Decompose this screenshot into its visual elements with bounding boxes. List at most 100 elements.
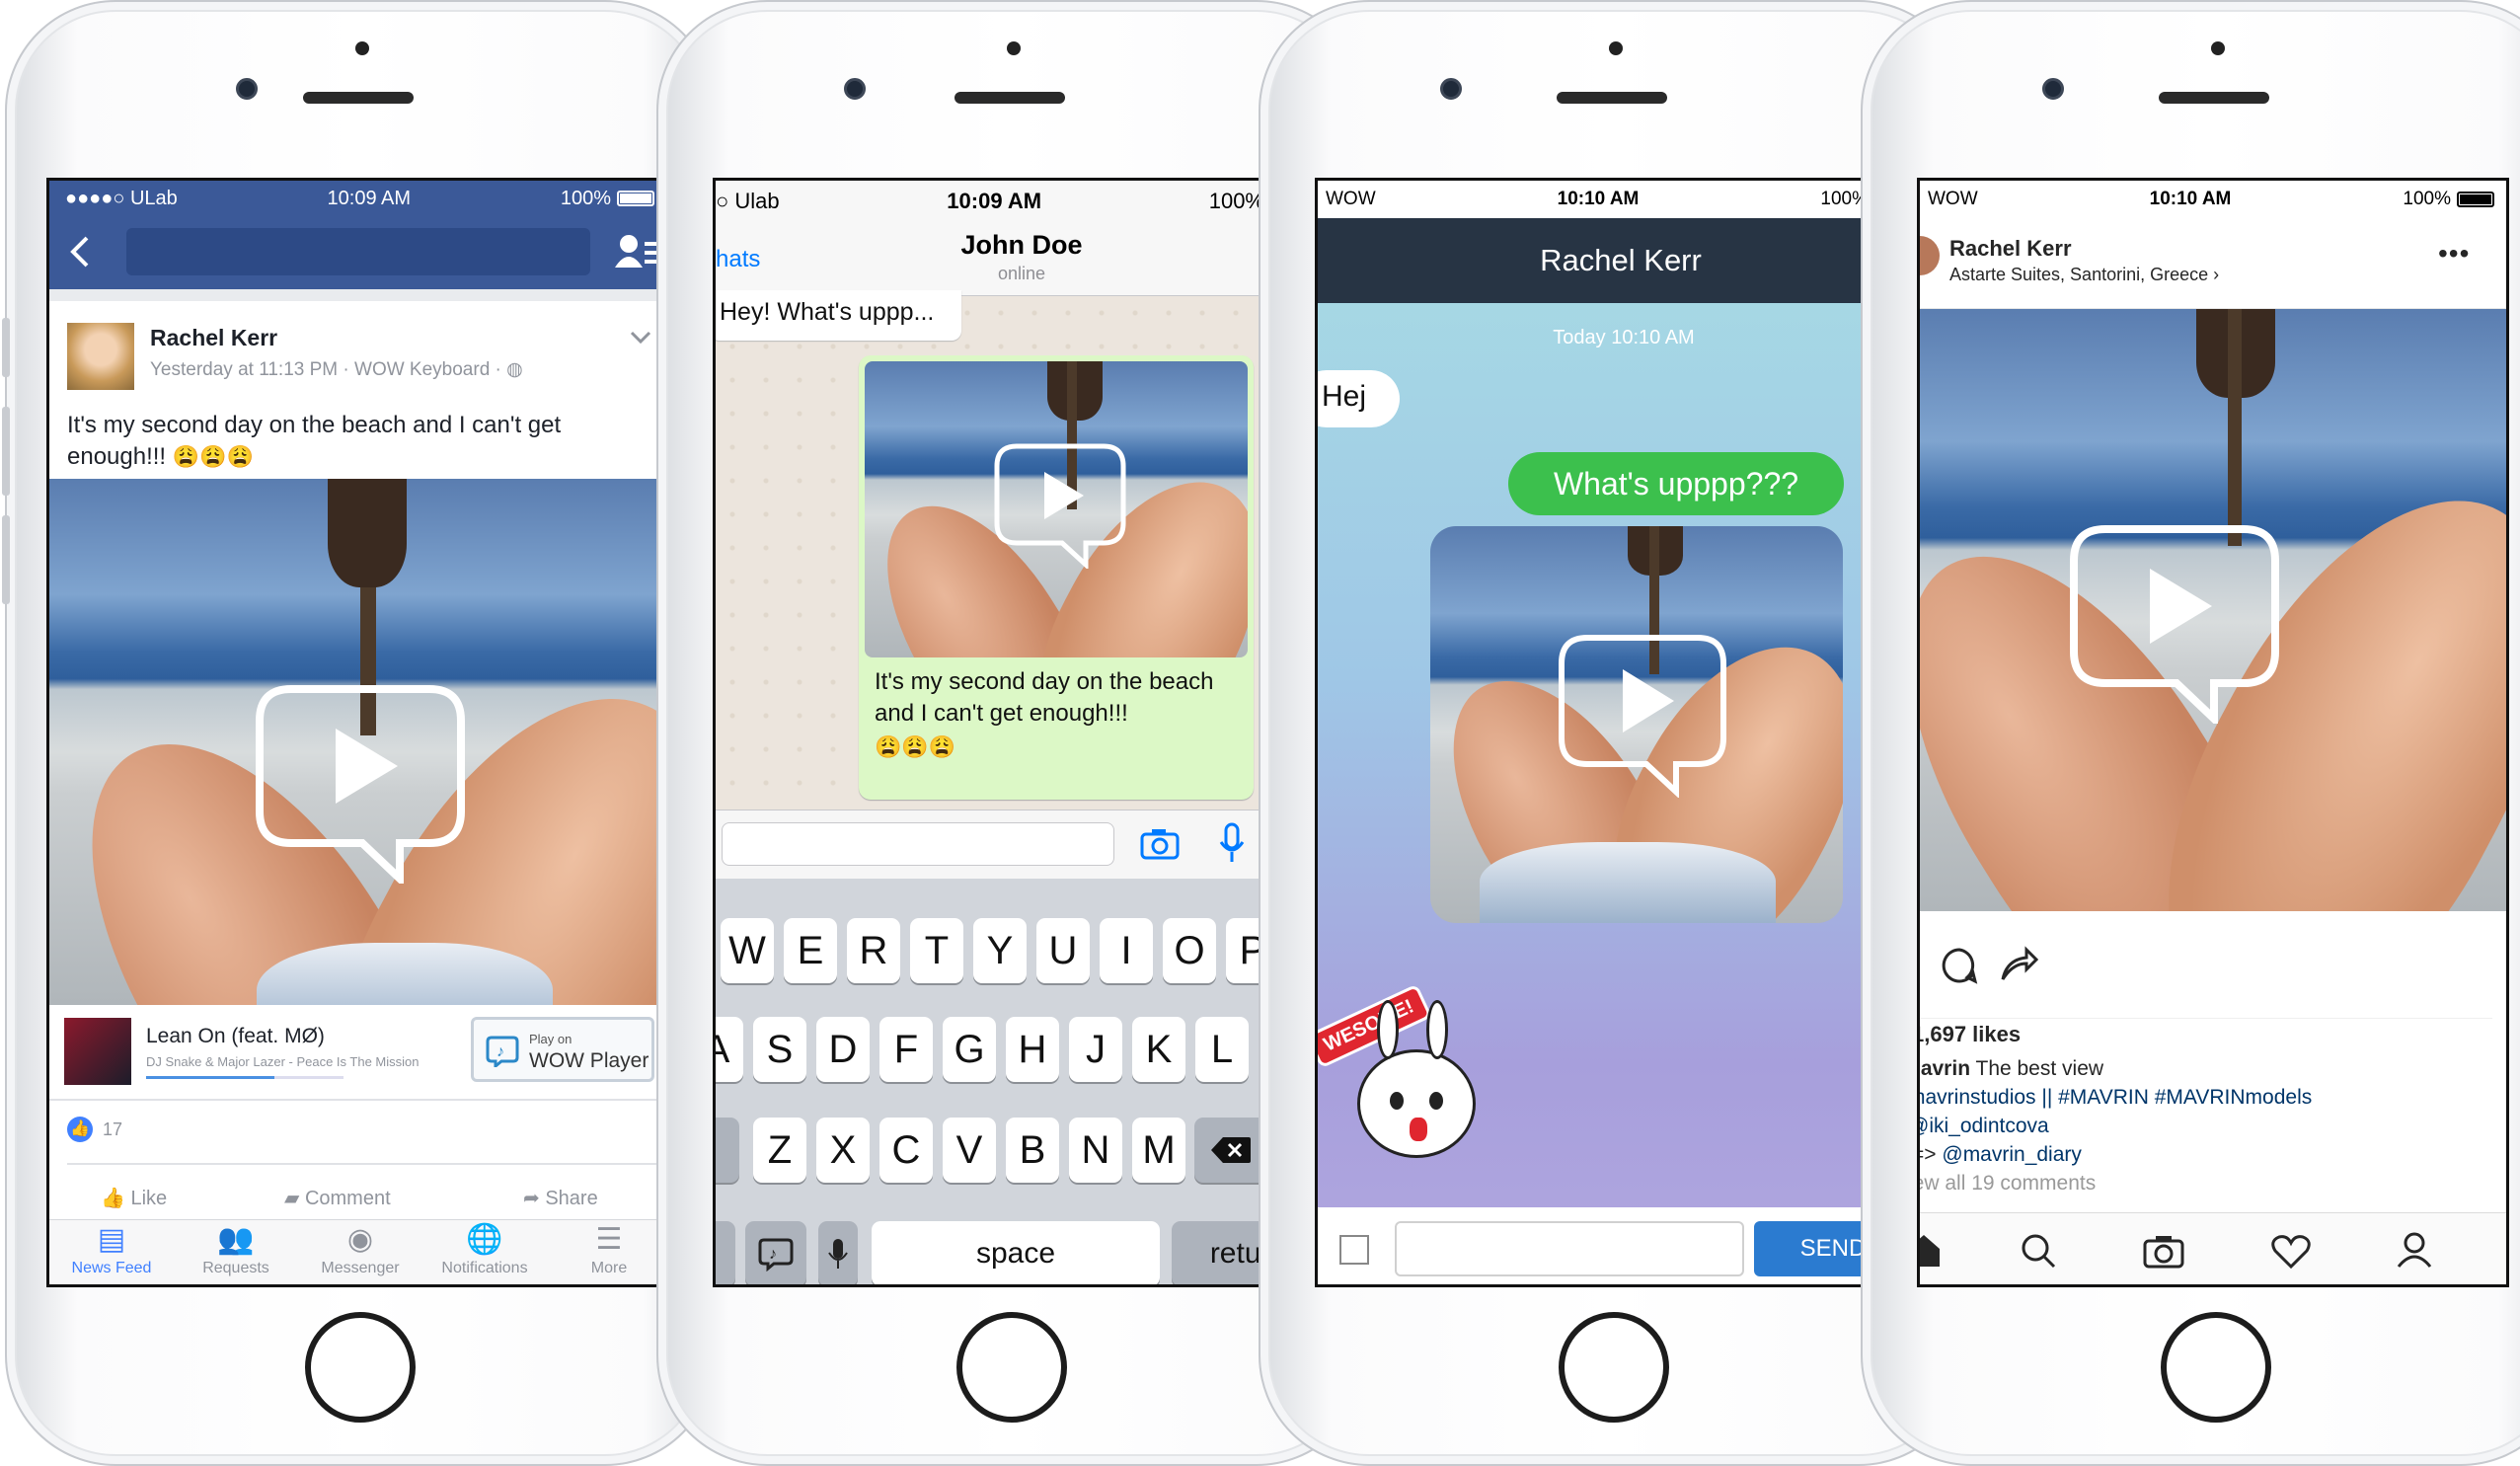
key-k[interactable]: K (1132, 1017, 1185, 1082)
tab-more[interactable]: ☰ More (547, 1220, 670, 1277)
key-r[interactable]: R (847, 918, 900, 983)
play-on-label: Play on (529, 1032, 573, 1046)
home-button[interactable] (1559, 1312, 1669, 1423)
tab-news-feed[interactable]: ▤ News Feed (49, 1220, 174, 1277)
post-author[interactable]: Rachel Kerr (150, 325, 277, 351)
battery-label: 100% (2403, 189, 2451, 209)
key-f[interactable]: F (879, 1017, 933, 1082)
message-input[interactable] (722, 822, 1114, 866)
play-bubble-icon[interactable] (2066, 521, 2283, 724)
search-icon[interactable] (2021, 1233, 2056, 1269)
outgoing-message[interactable]: What's upppp??? (1508, 452, 1844, 515)
contact-name[interactable]: John Doe (716, 230, 1322, 261)
home-button[interactable] (2161, 1312, 2271, 1423)
backspace-key[interactable] (1194, 1118, 1267, 1183)
key-s[interactable]: S (753, 1017, 806, 1082)
post-location[interactable]: Astarte Suites, Santorini, Greece › (1949, 265, 2219, 285)
reaction-summary[interactable]: 👍 17 (67, 1117, 122, 1142)
caption-tags[interactable]: mavrinstudios || #MAVRIN #MAVRINmodels (1920, 1086, 2312, 1110)
key-v[interactable]: V (943, 1118, 996, 1183)
music-attachment[interactable]: Lean On (feat. MØ) DJ Snake & Major Laze… (49, 1005, 670, 1099)
key-d[interactable]: D (816, 1017, 870, 1082)
play-on-wow-player-button[interactable]: ♪ Play on WOW Player (471, 1017, 654, 1082)
front-camera (844, 78, 866, 100)
caption-username[interactable]: havrin (1920, 1057, 1970, 1080)
globe-icon: 🌐 (466, 1223, 503, 1256)
tab-label: Messenger (321, 1260, 400, 1276)
globe-icon: ◍ (506, 359, 523, 380)
tab-requests[interactable]: 👥 Requests (174, 1220, 298, 1277)
avatar[interactable] (67, 323, 134, 390)
home-button[interactable] (956, 1312, 1067, 1423)
umbrella-pole (2228, 309, 2242, 546)
back-arrow-icon[interactable] (67, 234, 91, 270)
key-l[interactable]: L (1195, 1017, 1249, 1082)
chevron-down-icon[interactable] (630, 331, 651, 345)
earpiece-speaker (2159, 92, 2269, 104)
play-bubble-icon[interactable] (1554, 630, 1731, 798)
key-x[interactable]: X (816, 1118, 870, 1183)
likes-count[interactable]: 1,697 likes (1920, 1022, 2021, 1047)
caption-mention[interactable]: @iki_odintcova (1920, 1115, 2049, 1138)
caption-link[interactable]: @mavrin_diary (1942, 1143, 2082, 1166)
video-thumbnail[interactable] (1430, 526, 1843, 923)
like-label: Like (130, 1188, 168, 1209)
play-bubble-icon[interactable] (252, 681, 469, 884)
key-c[interactable]: C (879, 1118, 933, 1183)
key-z[interactable]: Z (753, 1118, 806, 1183)
post-author[interactable]: Rachel Kerr (1949, 236, 2072, 262)
video-thumbnail[interactable] (865, 361, 1248, 657)
outgoing-video-message[interactable]: It's my second day on the beach and I ca… (859, 355, 1254, 800)
key-m[interactable]: M (1132, 1118, 1185, 1183)
post-video-thumbnail[interactable] (1920, 309, 2506, 911)
avatar[interactable] (1920, 236, 1940, 275)
key-b[interactable]: B (1006, 1118, 1059, 1183)
share-icon[interactable] (1999, 946, 2038, 985)
share-button[interactable]: ➦ Share (523, 1186, 598, 1210)
key-o[interactable]: O (1163, 918, 1216, 983)
key-n[interactable]: N (1069, 1118, 1122, 1183)
message-input[interactable] (1395, 1221, 1744, 1276)
key-j[interactable]: J (1069, 1017, 1122, 1082)
attach-checkbox[interactable] (1339, 1235, 1369, 1265)
space-key[interactable]: space (872, 1221, 1160, 1284)
incoming-message[interactable]: Hey! What's uppp... (716, 290, 962, 341)
shift-key[interactable] (716, 1118, 739, 1183)
heart-icon[interactable] (2271, 1233, 2311, 1269)
camera-icon[interactable] (1140, 826, 1180, 860)
camera-icon[interactable] (2143, 1233, 2184, 1269)
key-a[interactable]: A (716, 1017, 743, 1082)
key-t[interactable]: T (910, 918, 963, 983)
profile-icon[interactable] (2396, 1231, 2433, 1269)
numbers-key[interactable] (716, 1221, 735, 1284)
post-video-thumbnail[interactable] (49, 479, 670, 1005)
carrier-label: WOW (1928, 189, 1978, 209)
key-e[interactable]: E (784, 918, 837, 983)
dictation-key[interactable] (818, 1221, 858, 1284)
key-w[interactable]: W (721, 918, 774, 983)
more-options-icon[interactable]: ••• (2438, 238, 2470, 270)
play-bubble-icon[interactable] (991, 440, 1129, 569)
wow-keyboard-key[interactable]: ♪ (745, 1221, 806, 1284)
key-i[interactable]: I (1100, 918, 1153, 983)
friend-requests-icon[interactable] (615, 234, 656, 270)
key-u[interactable]: U (1036, 918, 1090, 983)
microphone-icon[interactable] (1219, 822, 1245, 864)
sticker[interactable]: WESOME! (1318, 983, 1476, 1178)
comment-icon[interactable] (1940, 946, 1979, 985)
view-comments-link[interactable]: iew all 19 comments (1920, 1172, 2096, 1196)
tab-notifications[interactable]: 🌐 Notifications (422, 1220, 547, 1277)
incoming-message[interactable]: Hej (1318, 370, 1401, 427)
key-y[interactable]: Y (973, 918, 1027, 983)
like-button[interactable]: 👍 Like (101, 1186, 167, 1210)
comment-button[interactable]: ▰ Comment (284, 1186, 391, 1210)
home-button[interactable] (305, 1312, 416, 1423)
backspace-icon (1211, 1137, 1251, 1163)
post-meta-text: Yesterday at 11:13 PM · WOW Keyboard · (150, 359, 507, 380)
key-g[interactable]: G (943, 1017, 996, 1082)
tab-messenger[interactable]: ◉ Messenger (298, 1220, 422, 1277)
key-h[interactable]: H (1006, 1017, 1059, 1082)
reaction-count: 17 (103, 1119, 123, 1139)
search-input[interactable] (126, 228, 590, 275)
home-icon[interactable] (1917, 1233, 1942, 1269)
